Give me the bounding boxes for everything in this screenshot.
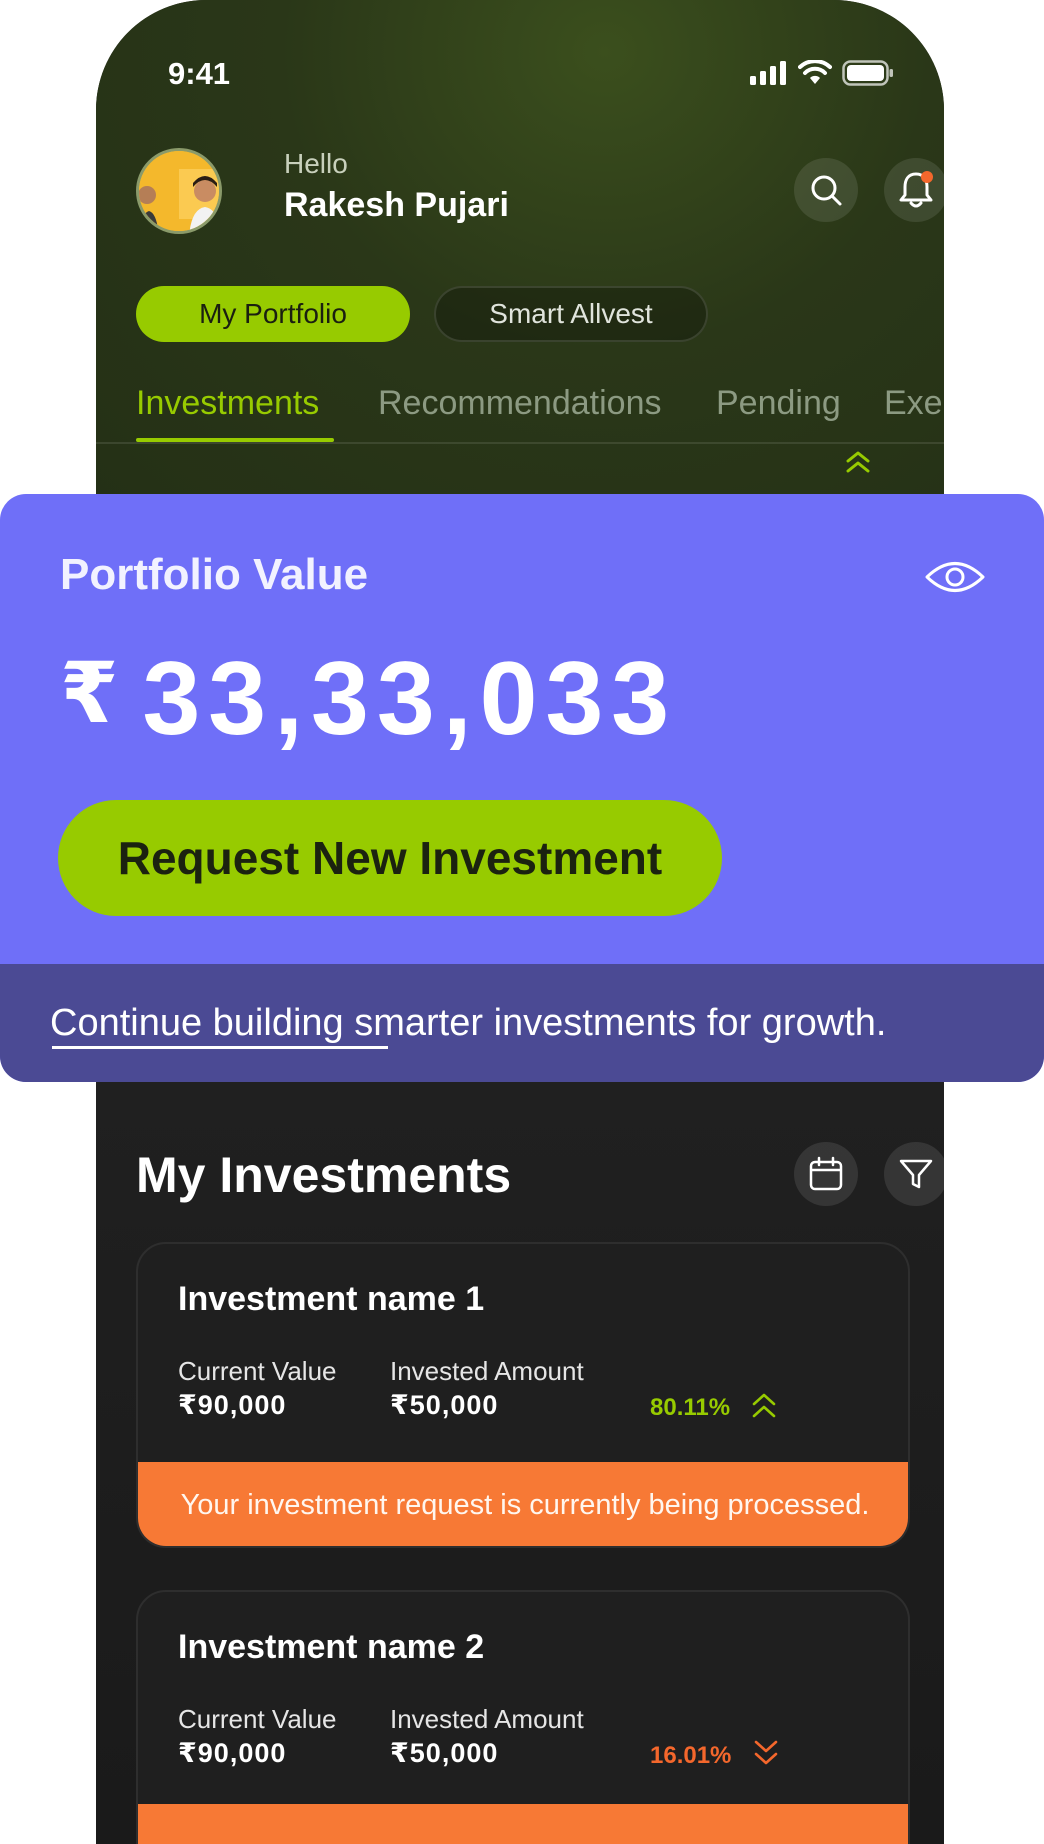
tab-executed[interactable]: Executed <box>884 384 944 423</box>
processing-notice <box>138 1804 908 1844</box>
double-chevron-up-icon <box>752 1393 776 1418</box>
investment-card[interactable]: Investment name 1 Current Value ₹90,000 … <box>136 1242 910 1548</box>
notification-dot <box>921 171 933 183</box>
battery-icon <box>842 60 893 86</box>
segment-smart-allvest[interactable]: Smart Allvest <box>434 286 708 342</box>
investment-name: Investment name 1 <box>178 1280 485 1318</box>
portfolio-amount: 33,33,033 <box>142 641 678 757</box>
my-investments-header: My Investments <box>136 1142 944 1212</box>
invested-amount: ₹50,000 <box>390 1738 499 1768</box>
portfolio-value-card: Portfolio Value ₹ 33,33,033 Request New … <box>0 494 1044 1082</box>
currency-symbol: ₹ <box>60 645 119 740</box>
active-tab-indicator <box>136 438 334 442</box>
notifications-button[interactable] <box>884 158 944 222</box>
calendar-icon <box>809 1156 843 1191</box>
double-chevron-down-icon <box>754 1740 778 1765</box>
status-icons <box>750 60 894 86</box>
portfolio-value: ₹ 33,33,033 <box>60 640 677 759</box>
calendar-button[interactable] <box>794 1142 858 1206</box>
current-value: ₹90,000 <box>178 1738 287 1768</box>
double-chevron-up-icon[interactable] <box>844 448 872 476</box>
signal-icon <box>750 61 786 85</box>
portfolio-value-title: Portfolio Value <box>60 550 369 599</box>
status-bar: 9:41 <box>96 50 944 98</box>
greeting-text: Hello <box>284 148 348 179</box>
filter-icon <box>899 1159 933 1189</box>
investment-name: Investment name 2 <box>178 1628 485 1666</box>
tab-recommendations[interactable]: Recommendations <box>378 384 661 423</box>
filter-button[interactable] <box>884 1142 944 1206</box>
app-screen: 9:41 Hello Rakesh Pujari My Portfolio Sm… <box>0 0 1044 1844</box>
profile-header: Hello Rakesh Pujari <box>136 148 944 236</box>
avatar[interactable] <box>136 148 222 234</box>
search-button[interactable] <box>794 158 858 222</box>
section-title: My Investments <box>136 1147 512 1203</box>
request-new-investment-button[interactable]: Request New Investment <box>58 800 722 916</box>
segment-my-portfolio[interactable]: My Portfolio <box>136 286 410 342</box>
search-icon <box>811 175 842 206</box>
eye-icon[interactable] <box>924 556 986 598</box>
processing-notice: Your investment request is currently bei… <box>138 1462 908 1546</box>
user-name: Rakesh Pujari <box>284 186 509 224</box>
invested-amount: ₹50,000 <box>390 1390 499 1420</box>
current-value: ₹90,000 <box>178 1390 287 1420</box>
tagline-text: Continue building smarter investments fo… <box>50 1001 887 1044</box>
tab-investments[interactable]: Investments <box>136 384 319 423</box>
invested-amount-label: Invested Amount <box>390 1704 584 1734</box>
wifi-icon <box>798 60 832 84</box>
status-time: 9:41 <box>168 56 231 91</box>
tab-pending[interactable]: Pending <box>716 384 841 423</box>
investment-card[interactable]: Investment name 2 Current Value ₹90,000 … <box>136 1590 910 1844</box>
change-percent: 80.11% <box>650 1394 731 1421</box>
tab-bar: Investments Recommendations Pending Exec… <box>96 380 944 444</box>
change-percent: 16.01% <box>650 1742 732 1769</box>
current-value-label: Current Value <box>178 1704 337 1734</box>
tagline-banner: Continue building smarter investments fo… <box>0 964 1044 1082</box>
tagline-underline <box>52 1046 388 1049</box>
current-value-label: Current Value <box>178 1356 337 1386</box>
invested-amount-label: Invested Amount <box>390 1356 584 1386</box>
avatar-photo <box>139 151 219 231</box>
bell-icon <box>899 171 933 208</box>
